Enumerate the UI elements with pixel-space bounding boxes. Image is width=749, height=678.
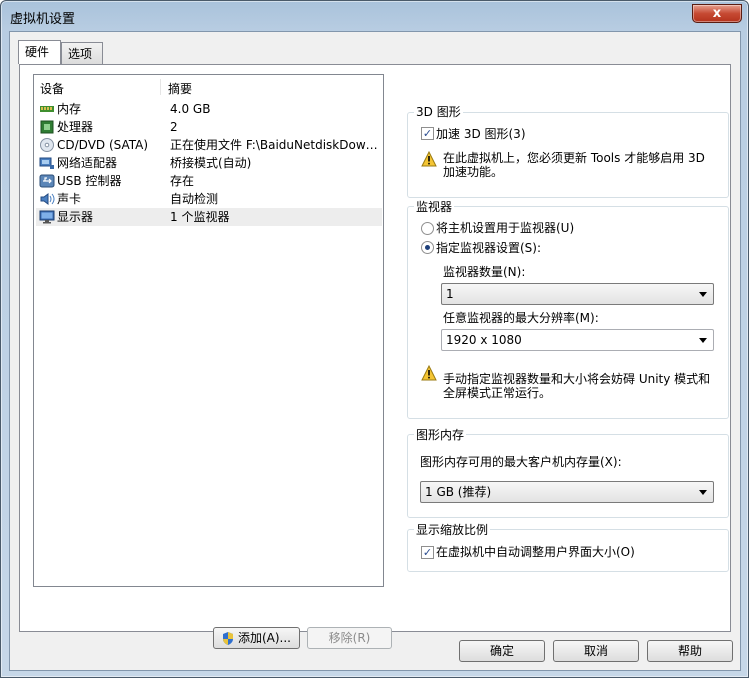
custom-monitor-radio[interactable] <box>421 241 434 254</box>
dialog-client: 硬件 选项 设备 摘要 内存 4.0 GB 处理器 2 CD/DVD (SATA… <box>9 31 741 671</box>
tools-warning-line1: 在此虚拟机上，您必须更新 Tools 才能够启用 3D <box>443 151 705 165</box>
remove-device-button[interactable]: 移除(R) <box>307 627 392 649</box>
cd-dvd-icon <box>40 138 54 152</box>
host-settings-radio[interactable] <box>421 222 434 235</box>
tools-warning-line2: 加速功能。 <box>443 165 504 179</box>
unity-warning-line2: 全屏模式正常运行。 <box>443 386 552 400</box>
device-row-usb[interactable]: USB 控制器 存在 <box>36 172 382 190</box>
device-row-processor[interactable]: 处理器 2 <box>36 118 382 136</box>
custom-monitor-label[interactable]: 指定监视器设置(S): <box>436 241 541 255</box>
window-title: 虚拟机设置 <box>10 12 76 27</box>
max-resolution-label: 任意监视器的最大分辨率(M): <box>443 311 599 325</box>
device-row-display[interactable]: 显示器 1 个监视器 <box>36 208 382 226</box>
tab-options[interactable]: 选项 <box>61 42 103 64</box>
autosize-ui-checkbox[interactable]: ✓ <box>421 546 434 559</box>
shield-icon <box>223 632 233 645</box>
vm-settings-window: 虚拟机设置 x 硬件 选项 设备 摘要 内存 4.0 GB 处理器 2 CD/D… <box>0 0 749 678</box>
processor-icon <box>40 120 54 134</box>
display-icon <box>39 210 55 224</box>
max-resolution-value: 1920 x 1080 <box>446 333 522 347</box>
hardware-panel: 设备 摘要 内存 4.0 GB 处理器 2 CD/DVD (SATA) 正在使用… <box>19 64 731 649</box>
device-name: USB 控制器 <box>57 174 122 188</box>
device-name: 显示器 <box>57 210 94 224</box>
device-name: 内存 <box>57 102 82 116</box>
cancel-button[interactable]: 取消 <box>553 640 639 662</box>
device-name: CD/DVD (SATA) <box>57 138 149 152</box>
device-summary: 1 个监视器 <box>170 210 230 224</box>
device-row-memory[interactable]: 内存 4.0 GB <box>36 100 382 118</box>
warning-icon <box>421 151 437 167</box>
close-button[interactable]: x <box>692 4 742 23</box>
max-resolution-select[interactable]: 1920 x 1080 <box>441 329 714 351</box>
column-header-summary[interactable]: 摘要 <box>168 80 192 97</box>
column-header-device[interactable]: 设备 <box>40 80 64 97</box>
device-name: 网络适配器 <box>57 156 118 170</box>
device-summary: 存在 <box>170 174 195 188</box>
sound-card-icon <box>40 193 55 205</box>
graphics-memory-value: 1 GB (推荐) <box>425 485 492 499</box>
device-row-network[interactable]: 网络适配器 桥接模式(自动) <box>36 154 382 172</box>
device-name: 处理器 <box>57 120 94 134</box>
accelerate-3d-checkbox[interactable]: ✓ <box>421 127 434 140</box>
autosize-ui-label[interactable]: 在虚拟机中自动调整用户界面大小(O) <box>436 545 635 559</box>
monitor-count-value: 1 <box>446 287 454 301</box>
group-title-graphics-memory: 图形内存 <box>414 428 467 442</box>
network-adapter-icon <box>39 157 54 169</box>
group-graphics-memory <box>407 434 729 518</box>
host-settings-label[interactable]: 将主机设置用于监视器(U) <box>436 221 574 235</box>
tab-hardware[interactable]: 硬件 <box>18 40 61 64</box>
device-summary: 桥接模式(自动) <box>170 156 252 170</box>
device-summary: 自动检测 <box>170 192 219 206</box>
help-button[interactable]: 帮助 <box>647 640 733 662</box>
usb-icon <box>39 174 55 188</box>
device-row-sound[interactable]: 声卡 自动检测 <box>36 190 382 208</box>
add-device-button[interactable]: 添加(A)... <box>213 627 300 649</box>
memory-icon <box>40 106 54 112</box>
chevron-down-icon <box>699 338 707 343</box>
chevron-down-icon <box>699 490 707 495</box>
accelerate-3d-label[interactable]: 加速 3D 图形(3) <box>436 127 526 141</box>
device-row-cd-dvd[interactable]: CD/DVD (SATA) 正在使用文件 F:\BaiduNetdiskDown… <box>36 136 382 154</box>
monitor-count-label: 监视器数量(N): <box>443 265 526 279</box>
ok-button[interactable]: 确定 <box>459 640 545 662</box>
graphics-memory-label: 图形内存可用的最大客户机内存量(X): <box>420 455 622 469</box>
device-summary: 4.0 GB <box>170 102 211 116</box>
warning-icon <box>421 365 437 381</box>
unity-warning-line1: 手动指定监视器数量和大小将会妨碍 Unity 模式和 <box>443 372 711 386</box>
group-title-monitor: 监视器 <box>414 200 455 214</box>
device-summary: 2 <box>170 120 178 134</box>
device-list[interactable]: 设备 摘要 内存 4.0 GB 处理器 2 CD/DVD (SATA) 正在使用… <box>33 74 384 587</box>
group-title-3d-graphics: 3D 图形 <box>414 105 463 119</box>
monitor-count-select[interactable]: 1 <box>441 283 714 305</box>
device-summary: 正在使用文件 F:\BaiduNetdiskDownl... <box>170 138 382 152</box>
device-name: 声卡 <box>57 192 82 206</box>
group-title-display-scaling: 显示缩放比例 <box>414 523 491 537</box>
column-divider[interactable] <box>160 79 161 95</box>
graphics-memory-select[interactable]: 1 GB (推荐) <box>420 481 714 503</box>
chevron-down-icon <box>699 292 707 297</box>
